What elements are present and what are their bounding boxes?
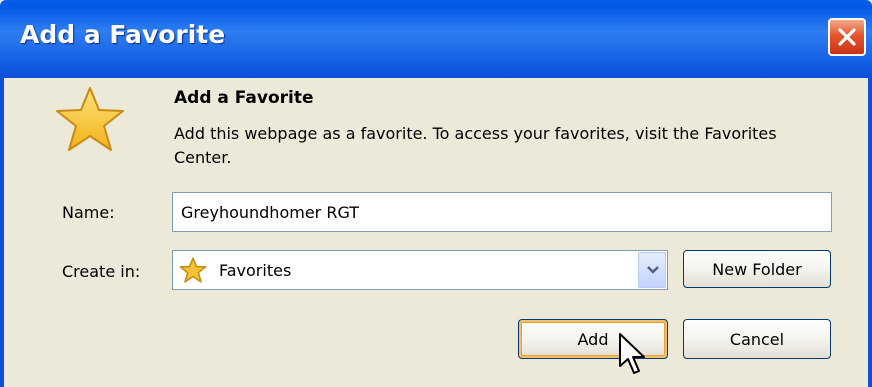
create-in-value: Favorites bbox=[219, 261, 292, 280]
title-bar[interactable]: Add a Favorite bbox=[0, 0, 872, 78]
close-button[interactable] bbox=[828, 18, 866, 56]
cancel-button[interactable]: Cancel bbox=[683, 319, 831, 359]
mouse-pointer-icon bbox=[619, 333, 645, 374]
star-icon bbox=[56, 87, 124, 151]
create-in-dropdown[interactable]: Favorites bbox=[172, 250, 668, 290]
name-label: Name: bbox=[62, 203, 115, 222]
dialog-title: Add a Favorite bbox=[20, 20, 226, 49]
name-input[interactable] bbox=[172, 192, 832, 232]
create-in-label: Create in: bbox=[62, 262, 141, 281]
add-favorite-dialog: Add a Favorite Add a Favorite Add this w… bbox=[0, 0, 872, 387]
chevron-down-icon bbox=[647, 266, 659, 274]
window-border-right bbox=[868, 78, 872, 387]
star-icon bbox=[179, 257, 207, 283]
dialog-description: Add this webpage as a favorite. To acces… bbox=[174, 124, 777, 167]
dialog-heading: Add a Favorite bbox=[174, 88, 314, 108]
close-icon bbox=[838, 28, 856, 46]
dropdown-button[interactable] bbox=[638, 252, 666, 288]
new-folder-button[interactable]: New Folder bbox=[683, 250, 831, 288]
